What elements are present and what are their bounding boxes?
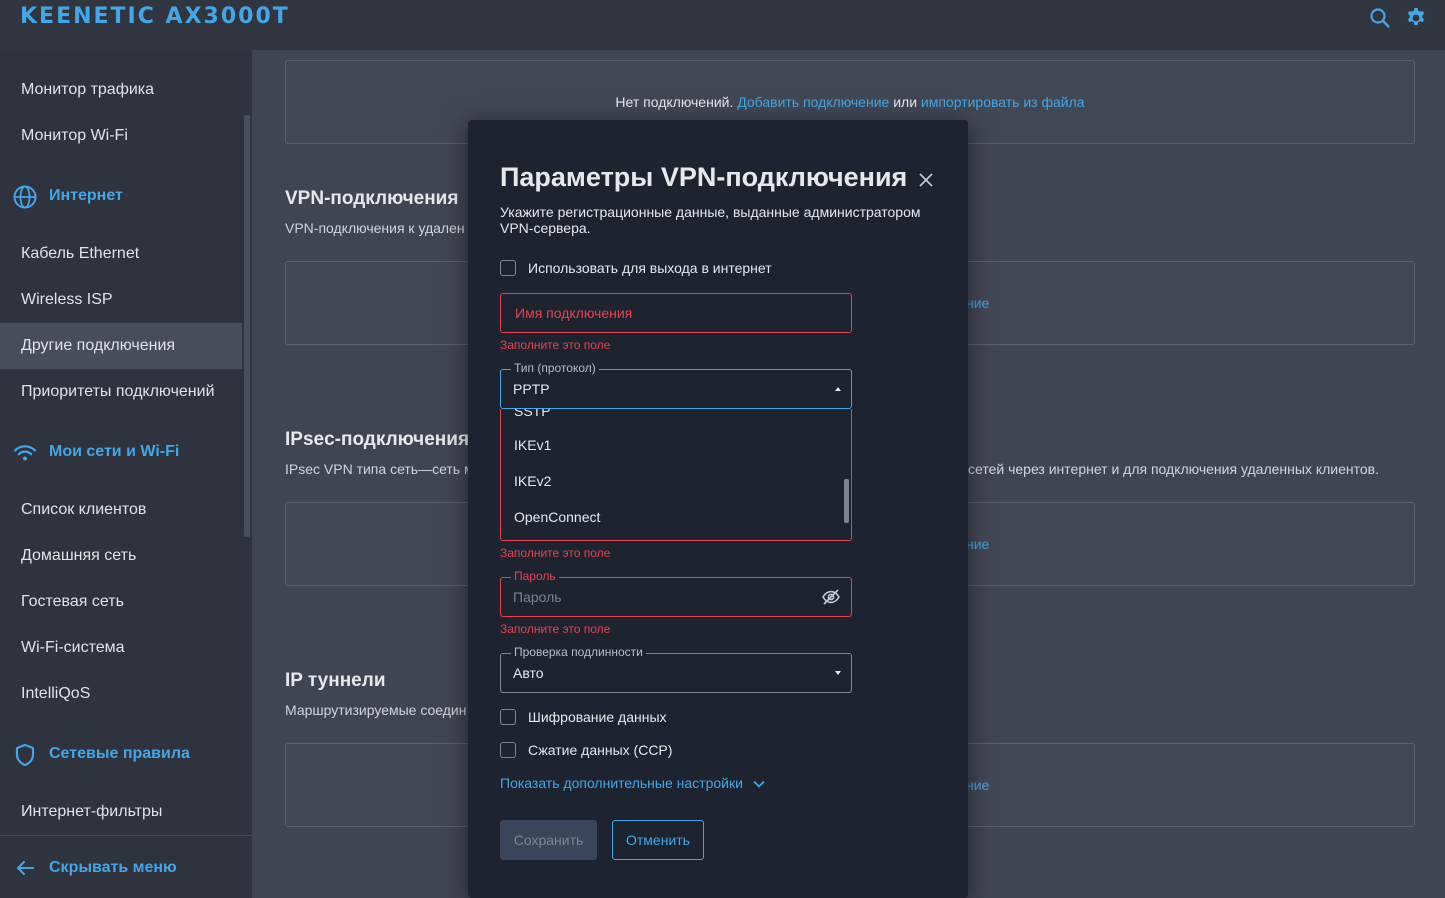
gear-icon[interactable] — [1404, 6, 1428, 30]
sidebar-group-network-rules[interactable]: Сетевые правила — [0, 731, 242, 777]
protocol-option[interactable]: OpenConnect — [501, 499, 841, 535]
ipsec-section-title: IPsec-подключения — [285, 429, 470, 450]
encryption-checkbox[interactable] — [500, 709, 516, 725]
arrow-left-icon — [17, 861, 34, 875]
sidebar-item-traffic-monitor[interactable]: Монитор трафика — [0, 67, 242, 113]
sidebar-group-label: Сетевые правила — [49, 745, 190, 762]
protocol-value: PPTP — [513, 381, 550, 397]
hide-menu-button[interactable]: Скрывать меню — [0, 845, 252, 891]
sidebar-item-wireless-isp[interactable]: Wireless ISP — [0, 277, 242, 323]
sidebar-group-networks-wifi[interactable]: Мои сети и Wi-Fi — [0, 429, 242, 475]
globe-icon — [13, 185, 37, 209]
compression-label: Сжатие данных (CCP) — [528, 742, 673, 758]
connection-name-error: Заполните это поле — [500, 338, 611, 352]
ipsec-section-desc-right: сетей через интернет и для подключения у… — [968, 461, 1379, 477]
password-error: Заполните это поле — [500, 622, 611, 636]
hide-menu-label: Скрывать меню — [49, 859, 177, 876]
sidebar-item-label: Кабель Ethernet — [21, 245, 140, 262]
password-placeholder: Пароль — [513, 589, 562, 605]
close-icon[interactable] — [916, 170, 936, 190]
save-button[interactable]: Сохранить — [500, 820, 597, 860]
dialog-subtitle: Укажите регистрационные данные, выданные… — [500, 204, 921, 236]
sidebar-item-home-network[interactable]: Домашняя сеть — [0, 533, 242, 579]
tunnels-section-desc: Маршрутизируемые соедин — [285, 702, 467, 718]
or-text: или — [893, 94, 918, 110]
protocol-option[interactable]: IKEv1 — [501, 427, 841, 463]
tunnels-add-link[interactable]: ние — [966, 777, 989, 793]
sidebar-item-internet-filters[interactable]: Интернет-фильтры — [0, 789, 242, 835]
shield-icon — [15, 743, 35, 767]
dropdown-scrollbar[interactable] — [844, 479, 849, 523]
ipsec-section-desc: IPsec VPN типа сеть—сеть м — [285, 461, 474, 477]
use-internet-checkbox[interactable] — [500, 260, 516, 276]
ipsec-add-link[interactable]: ние — [966, 536, 989, 552]
show-advanced-link[interactable]: Показать дополнительные настройки — [500, 775, 765, 791]
sidebar-item-label: Wireless ISP — [21, 291, 113, 308]
auth-label: Проверка подлинности — [511, 645, 646, 659]
top-header: KEENETIC AX3000T — [0, 0, 1445, 50]
sidebar-item-label: Wi-Fi-система — [21, 639, 125, 656]
password-field[interactable]: Пароль Пароль — [500, 569, 852, 617]
sidebar-group-internet[interactable]: Интернет — [0, 173, 242, 219]
search-icon[interactable] — [1368, 6, 1392, 30]
field-error: Заполните это поле — [500, 546, 611, 560]
chevron-down-icon — [835, 671, 841, 675]
sidebar-item-label: Другие подключения — [21, 337, 176, 354]
chevron-up-icon — [835, 387, 841, 391]
show-advanced-label: Показать дополнительные настройки — [500, 775, 743, 791]
sidebar-group-label: Интернет — [49, 187, 123, 204]
sidebar-item-label: Интернет-фильтры — [21, 803, 163, 820]
sidebar-item-label: IntelliQoS — [21, 685, 91, 702]
protocol-option[interactable]: IKEv2 — [501, 463, 841, 499]
sidebar-item-client-list[interactable]: Список клиентов — [0, 487, 242, 533]
wifi-icon — [13, 445, 37, 461]
add-connection-link[interactable]: Добавить подключение — [737, 94, 889, 110]
sidebar-item-wifi-system[interactable]: Wi-Fi-система — [0, 625, 242, 671]
sidebar-item-guest-network[interactable]: Гостевая сеть — [0, 579, 242, 625]
sidebar-divider — [0, 835, 252, 836]
protocol-select[interactable]: Тип (протокол) PPTP — [500, 361, 852, 409]
tunnels-section-title: IP туннели — [285, 670, 386, 691]
dialog-title: Параметры VPN-подключения — [500, 162, 908, 192]
sidebar-item-ethernet[interactable]: Кабель Ethernet — [0, 231, 242, 277]
sidebar-item-intelliqos[interactable]: IntelliQoS — [0, 671, 242, 717]
sidebar-group-label: Мои сети и Wi-Fi — [49, 443, 180, 460]
sidebar: Монитор трафика Монитор Wi-Fi Интернет К… — [0, 50, 252, 898]
connection-name-placeholder: Имя подключения — [515, 305, 633, 321]
compression-checkbox[interactable] — [500, 742, 516, 758]
chevron-down-icon — [753, 781, 765, 789]
sidebar-scrollbar[interactable] — [244, 115, 250, 537]
sidebar-item-wifi-monitor[interactable]: Монитор Wi-Fi — [0, 113, 242, 159]
empty-message: Нет подключений. — [615, 94, 734, 110]
sidebar-item-connection-priorities[interactable]: Приоритеты подключений — [0, 369, 242, 415]
sidebar-item-label: Гостевая сеть — [21, 593, 124, 610]
protocol-dropdown[interactable]: SSTP IKEv1 IKEv2 OpenConnect — [500, 409, 852, 541]
sidebar-item-other-connections[interactable]: Другие подключения — [0, 323, 242, 369]
import-file-link[interactable]: импортировать из файла — [921, 94, 1085, 110]
vpn-settings-dialog: Параметры VPN-подключения Укажите регист… — [468, 120, 968, 898]
vpn-add-link[interactable]: ние — [966, 295, 989, 311]
eye-off-icon[interactable] — [821, 588, 841, 606]
auth-value: Авто — [513, 665, 544, 681]
protocol-option[interactable]: SSTP — [501, 409, 841, 429]
cancel-button[interactable]: Отменить — [612, 820, 704, 860]
empty-connections-text: Нет подключений. Добавить подключение ил… — [286, 94, 1414, 110]
sidebar-item-label: Монитор трафика — [21, 81, 155, 98]
use-internet-label: Использовать для выхода в интернет — [528, 260, 772, 276]
encryption-label: Шифрование данных — [528, 709, 667, 725]
protocol-label: Тип (протокол) — [511, 361, 599, 375]
sidebar-item-label: Приоритеты подключений — [21, 383, 215, 400]
vpn-section-desc: VPN-подключения к удален — [285, 220, 465, 236]
sidebar-item-label: Монитор Wi-Fi — [21, 127, 128, 144]
sidebar-item-label: Домашняя сеть — [21, 547, 137, 564]
logo: KEENETIC AX3000T — [20, 4, 290, 29]
vpn-section-title: VPN-подключения — [285, 188, 459, 209]
sidebar-item-label: Список клиентов — [21, 501, 147, 518]
auth-select[interactable]: Проверка подлинности Авто — [500, 645, 852, 693]
connection-name-field[interactable]: Имя подключения — [500, 293, 852, 333]
password-label: Пароль — [511, 569, 559, 583]
